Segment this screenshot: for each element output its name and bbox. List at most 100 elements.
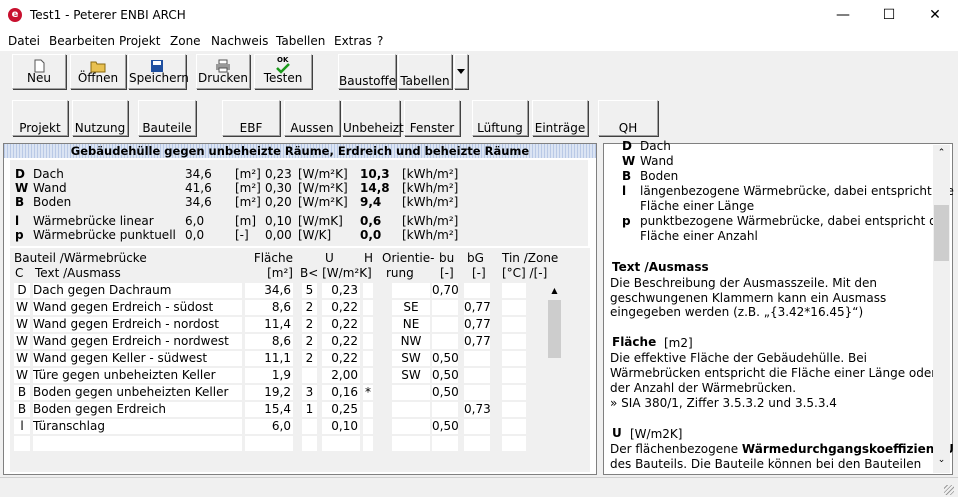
table-cell-c[interactable]: l (14, 419, 30, 434)
toolbar-dropdown-button[interactable] (454, 54, 468, 89)
table-cell-bg[interactable]: 0,73 (464, 402, 490, 417)
table-cell-tin[interactable] (502, 385, 526, 400)
table-cell-area[interactable]: 15,4 (245, 402, 293, 417)
nav-eintraege[interactable]: Einträge (532, 100, 588, 136)
menu-tabellen[interactable]: Tabellen (276, 34, 325, 48)
table-cell-h[interactable] (363, 402, 373, 417)
table-cell-text[interactable]: Türanschlag (33, 419, 242, 434)
table-cell-or[interactable] (392, 436, 430, 451)
table-scroll-thumb[interactable] (548, 300, 561, 358)
table-cell-tin[interactable] (502, 436, 526, 451)
table-cell-or[interactable]: NE (392, 317, 430, 332)
table-cell-tin[interactable] (502, 402, 526, 417)
table-cell-area[interactable]: 11,1 (245, 351, 293, 366)
table-cell-or[interactable] (392, 385, 430, 400)
table-cell-area[interactable]: 6,0 (245, 419, 293, 434)
table-cell-u[interactable]: 2,00 (322, 368, 360, 383)
table-cell-text[interactable]: Wand gegen Keller - südwest (33, 351, 242, 366)
table-cell-bg[interactable] (464, 419, 490, 434)
nav-fenster[interactable]: Fenster (404, 100, 460, 136)
nav-aussen[interactable]: Aussen (284, 100, 340, 136)
table-cell-c[interactable]: W (14, 300, 30, 315)
table-cell-h[interactable] (363, 334, 373, 349)
baustoffe-button[interactable]: Baustoffe (338, 54, 396, 89)
table-cell-bg[interactable]: 0,77 (464, 300, 490, 315)
table-cell-area[interactable]: 8,6 (245, 300, 293, 315)
table-cell-b[interactable]: 2 (302, 317, 317, 332)
table-cell-area[interactable] (245, 436, 293, 451)
save-button[interactable]: Speichern (128, 54, 189, 89)
help-scrollbar[interactable] (933, 145, 950, 473)
table-cell-or[interactable] (392, 402, 430, 417)
table-cell-text[interactable]: Wand gegen Erdreich - nordost (33, 317, 242, 332)
table-cell-h[interactable] (363, 436, 373, 451)
menu-datei[interactable]: Datei (8, 34, 40, 48)
table-cell-b[interactable] (302, 368, 317, 383)
table-cell-text[interactable]: Dach gegen Dachraum (33, 283, 242, 298)
table-cell-u[interactable]: 0,10 (322, 419, 360, 434)
menu-help[interactable]: ? (377, 34, 383, 48)
minimize-button[interactable]: — (820, 0, 866, 31)
table-cell-tin[interactable] (502, 351, 526, 366)
table-cell-bg[interactable] (464, 436, 490, 451)
table-cell-u[interactable]: 0,22 (322, 351, 360, 366)
nav-qh[interactable]: QH (598, 100, 658, 136)
table-cell-b[interactable] (302, 419, 317, 434)
table-cell-b[interactable]: 2 (302, 300, 317, 315)
table-cell-u[interactable]: 0,23 (322, 283, 360, 298)
table-cell-u[interactable]: 0,22 (322, 300, 360, 315)
print-button[interactable]: Drucken (196, 54, 250, 89)
table-cell-c[interactable] (14, 436, 30, 451)
table-cell-h[interactable] (363, 283, 373, 298)
tabellen-button[interactable]: Tabellen (398, 54, 452, 89)
table-cell-bu[interactable]: 0,50 (432, 385, 458, 400)
table-cell-c[interactable]: W (14, 317, 30, 332)
table-cell-c[interactable]: B (14, 385, 30, 400)
table-cell-or[interactable]: SE (392, 300, 430, 315)
menu-projekt[interactable]: Projekt (119, 34, 160, 48)
table-cell-bu[interactable] (432, 300, 458, 315)
table-cell-or[interactable] (392, 419, 430, 434)
table-cell-c[interactable]: D (14, 283, 30, 298)
menu-nachweis[interactable]: Nachweis (211, 34, 268, 48)
table-cell-h[interactable] (363, 317, 373, 332)
menu-extras[interactable]: Extras (334, 34, 372, 48)
chevron-up-icon[interactable]: ⌃ (934, 146, 949, 160)
test-button[interactable]: OK Testen (254, 54, 312, 89)
table-cell-b[interactable]: 1 (302, 402, 317, 417)
table-cell-bu[interactable]: 0,50 (432, 419, 458, 434)
table-cell-or[interactable]: NW (392, 334, 430, 349)
table-cell-b[interactable]: 3 (302, 385, 317, 400)
scroll-up-icon[interactable]: ▲ (548, 285, 561, 297)
table-cell-tin[interactable] (502, 368, 526, 383)
resize-grip-icon[interactable] (944, 485, 954, 495)
table-cell-or[interactable]: SW (392, 368, 430, 383)
table-cell-bu[interactable]: 0,50 (432, 351, 458, 366)
table-cell-h[interactable] (363, 419, 373, 434)
nav-unbeheizt[interactable]: Unbeheizt (342, 100, 404, 136)
table-cell-c[interactable]: B (14, 402, 30, 417)
table-cell-bu[interactable] (432, 334, 458, 349)
table-cell-bg[interactable] (464, 368, 490, 383)
table-cell-text[interactable]: Wand gegen Erdreich - nordwest (33, 334, 242, 349)
table-cell-bu[interactable]: 0,50 (432, 368, 458, 383)
nav-nutzung[interactable]: Nutzung (72, 100, 128, 136)
table-cell-u[interactable]: 0,22 (322, 334, 360, 349)
table-cell-text[interactable]: Türe gegen unbeheizten Keller (33, 368, 242, 383)
menu-zone[interactable]: Zone (170, 34, 201, 48)
nav-lueftung[interactable]: Lüftung (472, 100, 528, 136)
table-cell-area[interactable]: 19,2 (245, 385, 293, 400)
table-cell-b[interactable]: 2 (302, 334, 317, 349)
table-cell-b[interactable] (302, 436, 317, 451)
table-cell-tin[interactable] (502, 300, 526, 315)
table-cell-h[interactable] (363, 300, 373, 315)
table-cell-text[interactable] (33, 436, 242, 451)
table-cell-bg[interactable] (464, 351, 490, 366)
close-button[interactable]: ✕ (912, 0, 958, 31)
table-cell-c[interactable]: W (14, 368, 30, 383)
table-cell-area[interactable]: 34,6 (245, 283, 293, 298)
table-cell-text[interactable]: Boden gegen Erdreich (33, 402, 242, 417)
table-cell-bu[interactable] (432, 317, 458, 332)
table-cell-area[interactable]: 11,4 (245, 317, 293, 332)
table-cell-b[interactable]: 2 (302, 351, 317, 366)
